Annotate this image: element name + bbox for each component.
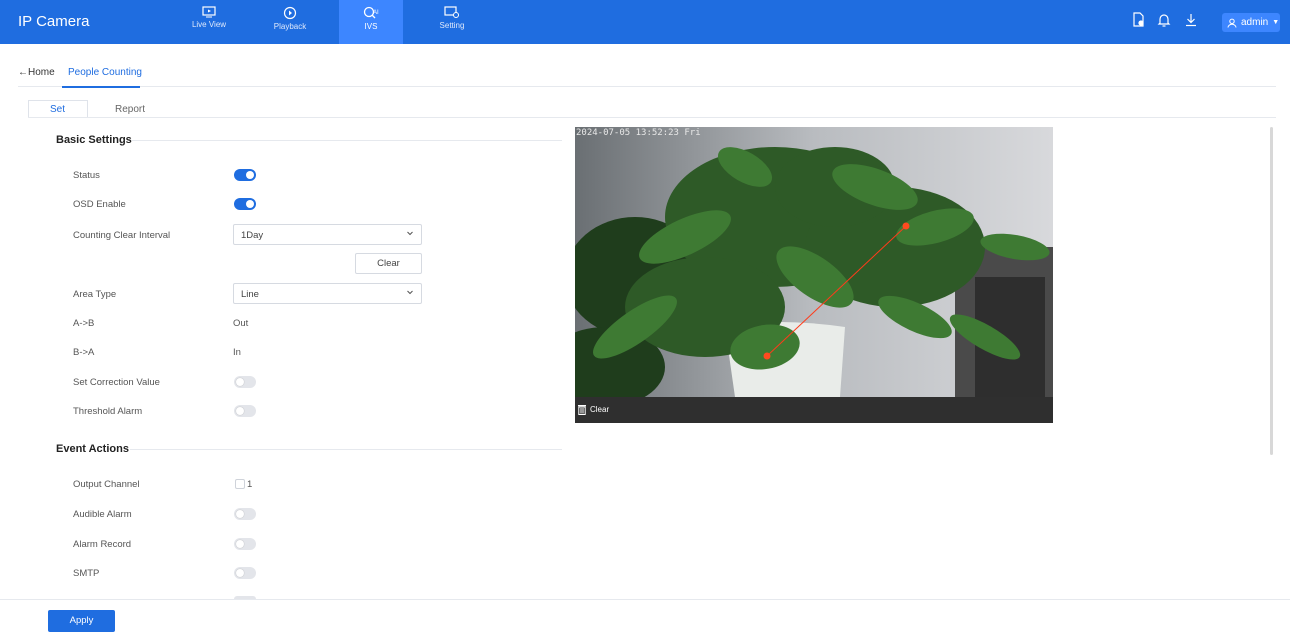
section-rule: [132, 140, 562, 141]
nav-setting[interactable]: Setting: [420, 6, 484, 30]
breadcrumb-divider: [18, 86, 1276, 87]
nav-playback[interactable]: Playback: [258, 6, 322, 31]
set-correction-value-toggle[interactable]: [234, 376, 256, 388]
live-view-icon: [202, 6, 216, 18]
trash-icon: [578, 405, 586, 415]
download-icon[interactable]: [1184, 12, 1198, 28]
counting-clear-interval-label: Counting Clear Interval: [73, 230, 171, 241]
tab-set[interactable]: Set: [50, 104, 65, 115]
nav-live-view-label: Live View: [191, 20, 227, 29]
area-type-label: Area Type: [73, 289, 117, 300]
breadcrumb-current[interactable]: People Counting: [68, 67, 142, 78]
alarm-record-label: Alarm Record: [73, 539, 132, 550]
osd-enable-label: OSD Enable: [73, 199, 126, 210]
tab-report[interactable]: Report: [115, 104, 145, 115]
output-channel-label: Output Channel: [73, 479, 140, 490]
counting-clear-interval-select[interactable]: 1Day: [233, 224, 422, 245]
app-title: IP Camera: [18, 13, 90, 30]
set-correction-value-label: Set Correction Value: [73, 377, 160, 388]
b-to-a-label: B->A: [73, 347, 95, 358]
area-type-select[interactable]: Line: [233, 283, 422, 304]
threshold-alarm-label: Threshold Alarm: [73, 406, 143, 417]
audible-alarm-toggle[interactable]: [234, 508, 256, 520]
status-label: Status: [73, 170, 100, 181]
event-actions-title: Event Actions: [56, 443, 129, 455]
nav-ivs[interactable]: AI IVS: [339, 0, 403, 44]
threshold-alarm-toggle[interactable]: [234, 405, 256, 417]
video-toolbar: Clear: [575, 397, 1053, 423]
caret-down-icon: ▼: [1272, 19, 1280, 26]
clear-drawing-button[interactable]: Clear: [577, 404, 609, 415]
breadcrumb-active-underline: [62, 86, 140, 88]
a-to-b-value: Out: [233, 318, 249, 329]
camera-feed-image: [575, 127, 1053, 397]
bell-icon[interactable]: [1157, 12, 1171, 28]
svg-text:AI: AI: [373, 10, 379, 16]
nav-ivs-label: IVS: [364, 22, 378, 31]
tab-divider: [28, 117, 1276, 118]
osd-enable-toggle[interactable]: [234, 198, 256, 210]
file-icon[interactable]: [1132, 12, 1146, 28]
counting-clear-interval-value: 1Day: [241, 230, 264, 241]
breadcrumb: ←Home People Counting: [18, 67, 142, 78]
video-timestamp: 2024-07-05 13:52:23 Fri: [576, 128, 701, 138]
alarm-record-toggle[interactable]: [234, 538, 256, 550]
video-preview[interactable]: 2024-07-05 13:52:23 Fri Clear: [575, 127, 1053, 423]
breadcrumb-home[interactable]: ←Home: [18, 67, 55, 78]
vertical-scrollbar[interactable]: [1270, 127, 1273, 455]
playback-icon: [283, 6, 297, 20]
area-type-value: Line: [241, 289, 259, 300]
output-channel-option-label: 1: [247, 479, 253, 490]
status-toggle[interactable]: [234, 169, 256, 181]
nav-live-view[interactable]: Live View: [177, 6, 241, 29]
footer-divider: [0, 599, 1290, 600]
nav-setting-label: Setting: [439, 21, 465, 30]
setting-icon: [444, 6, 459, 18]
a-to-b-label: A->B: [73, 318, 95, 329]
nav-playback-label: Playback: [273, 22, 307, 31]
ai-icon: AI: [363, 6, 379, 19]
smtp-label: SMTP: [73, 568, 100, 579]
chevron-down-icon: [407, 231, 413, 236]
clear-drawing-label: Clear: [590, 405, 610, 414]
user-name: admin: [1241, 17, 1269, 28]
chevron-down-icon: [407, 290, 413, 295]
b-to-a-value: In: [233, 347, 241, 358]
top-nav-bar: IP Camera Live View Playback AI IVS Sett…: [0, 0, 1290, 44]
basic-settings-title: Basic Settings: [56, 134, 132, 146]
back-arrow-icon: ←: [18, 67, 28, 78]
user-icon: [1227, 18, 1237, 28]
clear-count-button[interactable]: Clear: [355, 253, 422, 274]
audible-alarm-label: Audible Alarm: [73, 509, 132, 520]
output-channel-checkbox[interactable]: [235, 479, 245, 489]
section-rule: [130, 449, 562, 450]
user-menu-button[interactable]: admin ▼: [1222, 13, 1280, 32]
smtp-toggle[interactable]: [234, 567, 256, 579]
apply-button[interactable]: Apply: [48, 610, 115, 632]
